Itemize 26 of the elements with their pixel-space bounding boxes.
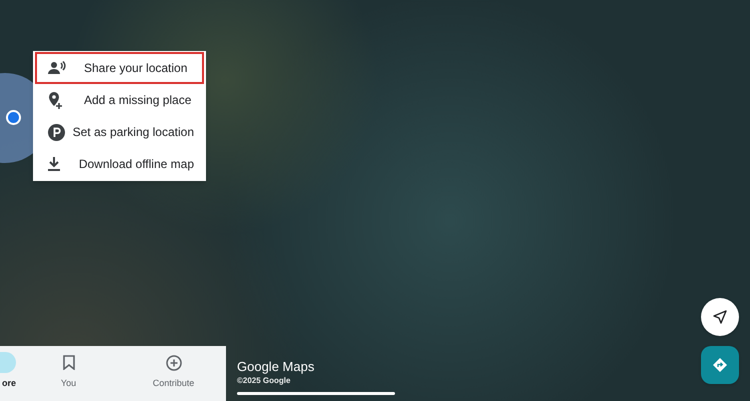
directions-button[interactable] xyxy=(701,346,739,384)
nav-tab[interactable]: Contribute xyxy=(121,346,226,390)
menu-item[interactable]: Add a missing place xyxy=(35,84,204,116)
menu-item-label: Download offline map xyxy=(78,156,194,173)
parking-icon xyxy=(48,124,65,140)
download-icon xyxy=(48,157,60,171)
menu-item[interactable]: Set as parking location xyxy=(35,116,204,148)
menu-item[interactable]: Download offline map xyxy=(35,148,204,180)
navigation-arrow-icon xyxy=(713,310,727,324)
menu-item-label: Add a missing place xyxy=(84,92,192,109)
directions-icon xyxy=(713,358,727,372)
pin-plus-icon xyxy=(48,92,62,108)
nav-tab-label: Contribute xyxy=(152,377,194,390)
nav-tab[interactable]: ore xyxy=(0,346,16,390)
copyright-text: ©2025 Google xyxy=(237,375,292,388)
selected-pill xyxy=(0,352,16,373)
plus-circle-icon xyxy=(166,354,182,370)
person-sharing-icon xyxy=(48,61,66,75)
menu-item-label: Set as parking location xyxy=(72,124,194,141)
nav-tab-label: ore xyxy=(2,377,16,390)
google-maps-logo: Google Maps xyxy=(237,359,314,376)
menu-item[interactable]: Share your location xyxy=(35,52,204,84)
nav-tab-label: You xyxy=(60,377,76,390)
bookmark-icon xyxy=(62,355,74,370)
nav-tab[interactable]: You xyxy=(16,346,121,390)
menu-item-label: Share your location xyxy=(84,60,188,77)
